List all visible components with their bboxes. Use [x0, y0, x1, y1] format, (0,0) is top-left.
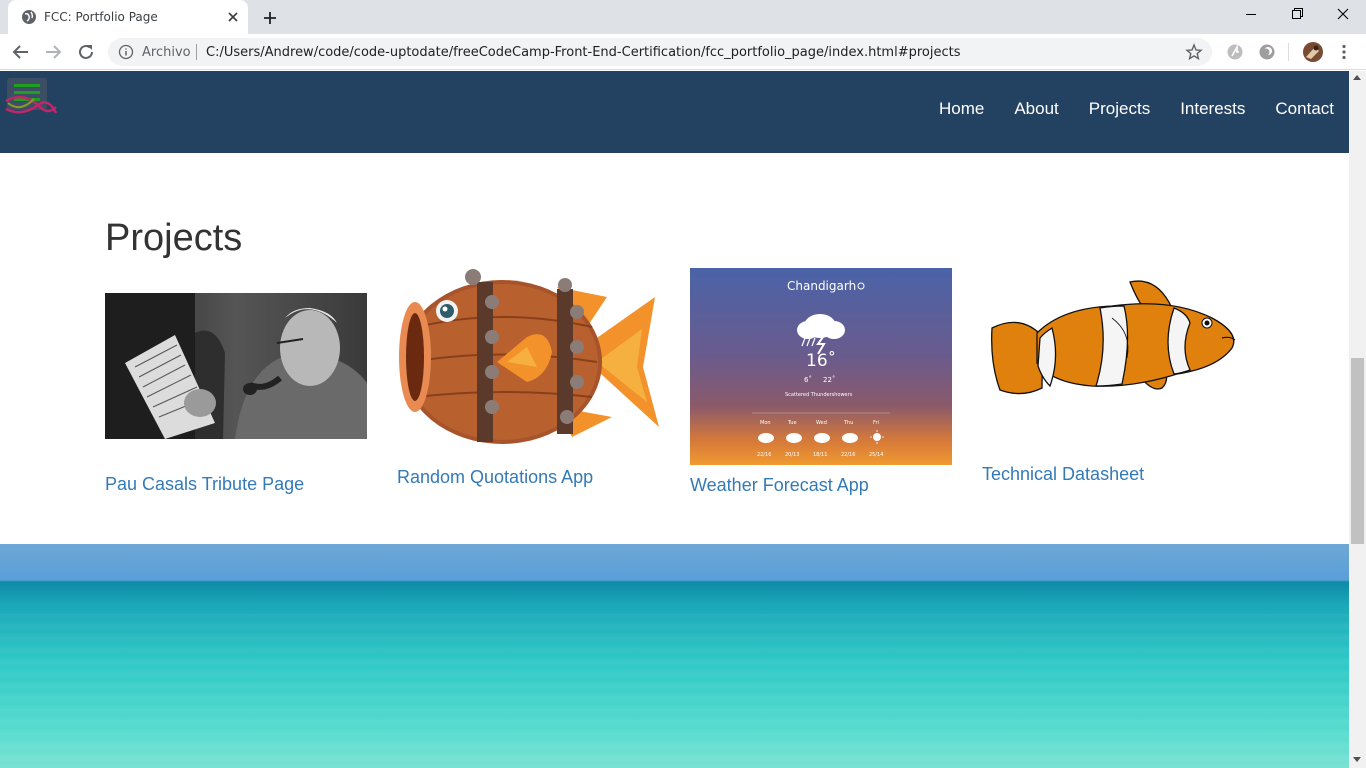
weather-low: 6˚: [804, 376, 812, 384]
beach-background-image: [0, 544, 1349, 768]
weather-day-5: Fri: [873, 420, 879, 426]
project-card-weather: Chandigarh 16˚ 6˚ 22˚ Scattered Thunders…: [690, 268, 952, 495]
url-text[interactable]: C:/Users/Andrew/code/code-uptodate/freeC…: [206, 45, 961, 60]
restore-icon[interactable]: [1274, 0, 1320, 30]
nav-links: Home About Projects Interests Contact: [939, 99, 1334, 119]
close-tab-icon[interactable]: [224, 8, 242, 26]
toolbar-divider: [1288, 43, 1289, 61]
info-icon[interactable]: [118, 44, 134, 60]
project-card-datasheet: Technical Datasheet: [982, 278, 1244, 484]
project-link-tribute[interactable]: Pau Casals Tribute Page: [105, 474, 304, 495]
water-sheen: [0, 614, 1349, 764]
weather-app-image[interactable]: Chandigarh 16˚ 6˚ 22˚ Scattered Thunders…: [690, 268, 952, 465]
nav-projects-link[interactable]: Projects: [1089, 99, 1150, 119]
url-separator: [196, 44, 197, 60]
project-link-quotes[interactable]: Random Quotations App: [397, 467, 593, 488]
browser-tab-strip: FCC: Portfolio Page: [0, 0, 1366, 34]
address-bar[interactable]: Archivo C:/Users/Andrew/code/code-uptoda…: [108, 38, 1212, 66]
close-window-icon[interactable]: [1320, 0, 1366, 30]
weather-temp: 16˚: [806, 350, 836, 371]
nav-interests-link[interactable]: Interests: [1180, 99, 1245, 119]
weather-range-5: 25/14: [869, 452, 883, 458]
weather-day-1: Mon: [760, 420, 771, 426]
weather-day-3: Wed: [816, 420, 827, 426]
site-navbar: Home About Projects Interests Contact: [0, 71, 1349, 153]
extension-icon[interactable]: [1226, 43, 1244, 61]
projects-heading: Projects: [105, 217, 243, 259]
tab-title: FCC: Portfolio Page: [44, 10, 158, 24]
bookmark-star-icon[interactable]: [1185, 43, 1203, 61]
barrel-fish-image[interactable]: [397, 267, 661, 457]
nav-home-link[interactable]: Home: [939, 99, 984, 119]
weather-condition: Scattered Thundershowers: [785, 392, 853, 398]
nav-contact-link[interactable]: Contact: [1275, 99, 1334, 119]
clownfish-image[interactable]: [982, 278, 1244, 423]
weather-city: Chandigarh: [787, 279, 856, 293]
project-card-tribute: Pau Casals Tribute Page: [105, 293, 367, 494]
globe-icon: [22, 10, 36, 24]
avatar[interactable]: [1303, 42, 1323, 62]
scrollbar-thumb[interactable]: [1351, 358, 1364, 544]
url-scheme-label: Archivo: [142, 45, 191, 60]
scroll-up-arrow-icon[interactable]: [1353, 75, 1361, 80]
project-card-quotes: Random Quotations App: [397, 267, 661, 487]
menu-kebab-icon[interactable]: [1335, 43, 1353, 61]
new-tab-icon[interactable]: [258, 6, 282, 30]
weather-range-3: 18/11: [813, 452, 827, 458]
minimize-icon[interactable]: [1228, 0, 1274, 30]
back-icon[interactable]: [9, 40, 33, 64]
weather-range-2: 20/13: [785, 452, 799, 458]
dark-mode-extension-icon[interactable]: [1258, 43, 1276, 61]
weather-high: 22˚: [823, 376, 835, 384]
logo-hamburger-icon[interactable]: [4, 77, 58, 127]
nav-about-link[interactable]: About: [1014, 99, 1058, 119]
project-link-weather[interactable]: Weather Forecast App: [690, 475, 869, 496]
tribute-photo-image[interactable]: [105, 293, 367, 439]
weather-day-4: Thu: [843, 420, 853, 426]
weather-range-4: 22/16: [841, 452, 855, 458]
vertical-scrollbar[interactable]: [1349, 71, 1366, 768]
projects-section: Projects Pau Casals Tribute Page Random …: [0, 153, 1349, 544]
reload-icon[interactable]: [74, 40, 98, 64]
browser-toolbar: Archivo C:/Users/Andrew/code/code-uptoda…: [0, 34, 1366, 70]
scroll-down-arrow-icon[interactable]: [1353, 757, 1361, 762]
forward-icon[interactable]: [41, 40, 65, 64]
project-link-datasheet[interactable]: Technical Datasheet: [982, 464, 1144, 485]
page-viewport: Home About Projects Interests Contact Pr…: [0, 71, 1349, 768]
weather-range-1: 22/16: [757, 452, 771, 458]
weather-day-2: Tue: [787, 420, 797, 426]
browser-tab[interactable]: FCC: Portfolio Page: [8, 0, 248, 34]
